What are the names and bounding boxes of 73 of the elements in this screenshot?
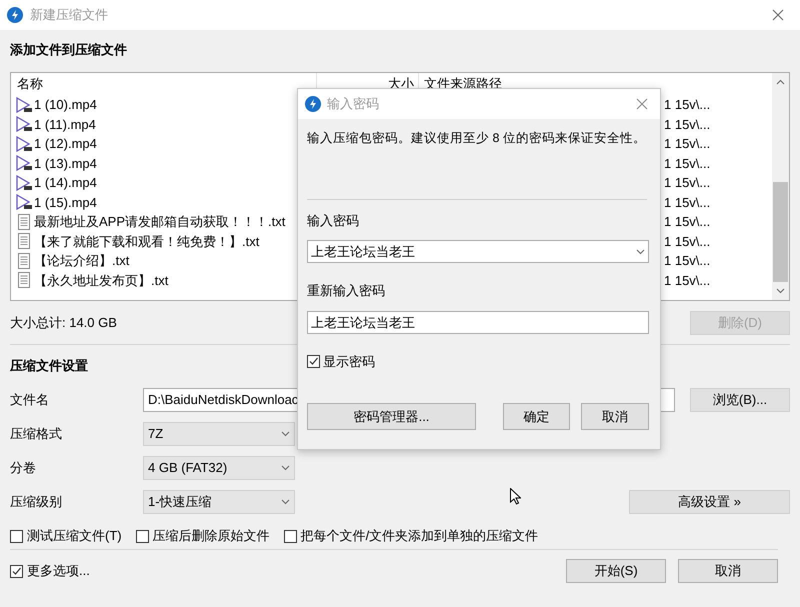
text-file-icon: [18, 214, 30, 230]
video-file-icon: [16, 96, 32, 113]
cancel-button[interactable]: 取消: [678, 559, 778, 583]
dialog-title: 输入密码: [327, 95, 379, 114]
checkbox-label[interactable]: 更多选项...: [27, 561, 90, 581]
file-path: 1 15v\...: [664, 232, 710, 250]
file-name[interactable]: 【来了就能下载和观看！纯免费！】.txt: [34, 232, 260, 251]
scroll-down-icon[interactable]: [776, 288, 785, 294]
text-file-icon: [18, 252, 30, 269]
file-name[interactable]: 【论坛介绍】.txt: [34, 251, 130, 270]
file-name[interactable]: 1 (15).mp4: [34, 192, 97, 212]
file-path: 1 15v\...: [664, 213, 710, 231]
checkbox-label[interactable]: 显示密码: [323, 352, 375, 372]
video-file-icon: [16, 174, 32, 191]
field-label: 重新输入密码: [307, 282, 386, 300]
field-label: 压缩格式: [10, 425, 63, 444]
file-name[interactable]: 1 (11).mp4: [34, 114, 96, 134]
file-path: 1 15v\...: [664, 272, 710, 290]
file-path: 1 15v\...: [664, 116, 710, 134]
dialog-button[interactable]: 密码管理器...: [307, 403, 476, 430]
checkbox[interactable]: [10, 564, 23, 578]
scrollbar-thumb[interactable]: [773, 182, 788, 282]
total-size: 大小总计: 14.0 GB: [10, 314, 117, 332]
file-name[interactable]: 【永久地址发布页】.txt: [34, 270, 168, 290]
checkbox-label[interactable]: 压缩后删除原始文件: [152, 526, 270, 546]
file-path: 1 15v\...: [664, 154, 710, 172]
checkbox[interactable]: [136, 530, 149, 542]
video-file-icon: [16, 116, 32, 132]
video-file-icon: [16, 155, 32, 172]
password-confirm-field[interactable]: 上老王论坛当老王: [307, 310, 649, 334]
video-file-icon: [16, 194, 32, 210]
checkbox-label[interactable]: 测试压缩文件(T): [27, 526, 122, 546]
checkbox[interactable]: [10, 530, 23, 542]
field-label: 文件名: [10, 391, 50, 410]
cursor-icon: [510, 488, 521, 505]
file-path: 1 15v\...: [664, 135, 710, 153]
browse-button[interactable]: 浏览(B)...: [690, 388, 790, 412]
app-icon: [305, 96, 321, 112]
app-icon: [7, 7, 23, 23]
file-path: 1 15v\...: [664, 252, 710, 270]
file-name[interactable]: 最新地址及APP请发邮箱自动获取！！！.txt: [34, 212, 286, 232]
file-path: 1 15v\...: [664, 96, 710, 114]
file-path: 1 15v\...: [664, 194, 710, 212]
close-icon[interactable]: [636, 98, 648, 110]
start-button[interactable]: 开始(S): [566, 559, 666, 583]
dialog-button[interactable]: 取消: [581, 403, 649, 430]
text-file-icon: [18, 272, 30, 288]
dialog-button[interactable]: 确定: [503, 403, 570, 430]
dropdown[interactable]: 4 GB (FAT32): [143, 456, 295, 480]
scrollbar[interactable]: [772, 73, 789, 300]
scroll-up-icon[interactable]: [776, 79, 785, 85]
file-name[interactable]: 1 (12).mp4: [34, 134, 97, 154]
dropdown[interactable]: 7Z: [143, 422, 295, 446]
section-heading: 添加文件到压缩文件: [10, 41, 127, 59]
checkbox[interactable]: [284, 530, 297, 542]
section-heading: 压缩文件设置: [10, 357, 88, 375]
dialog-message: 输入压缩包密码。建议使用至少 8 位的密码来保证安全性。: [307, 130, 647, 147]
advanced-settings-button[interactable]: 高级设置 »: [629, 490, 790, 514]
file-name[interactable]: 1 (10).mp4: [34, 95, 97, 114]
file-name[interactable]: 1 (14).mp4: [34, 173, 97, 192]
window-title: 新建压缩文件: [30, 6, 108, 24]
video-file-icon: [16, 136, 32, 152]
close-icon[interactable]: [772, 9, 784, 21]
field-label: 输入密码: [307, 212, 360, 230]
field-label: 压缩级别: [10, 493, 63, 512]
checkbox-label[interactable]: 把每个文件/文件夹添加到单独的压缩文件: [300, 526, 538, 546]
checkbox[interactable]: [307, 355, 320, 368]
password-dropdown[interactable]: 上老王论坛当老王: [307, 240, 649, 264]
file-name[interactable]: 1 (13).mp4: [34, 154, 97, 173]
field-label: 分卷: [10, 459, 37, 478]
file-path: 1 15v\...: [664, 174, 710, 192]
dropdown[interactable]: 1-快速压缩: [143, 490, 295, 514]
text-file-icon: [18, 233, 30, 250]
